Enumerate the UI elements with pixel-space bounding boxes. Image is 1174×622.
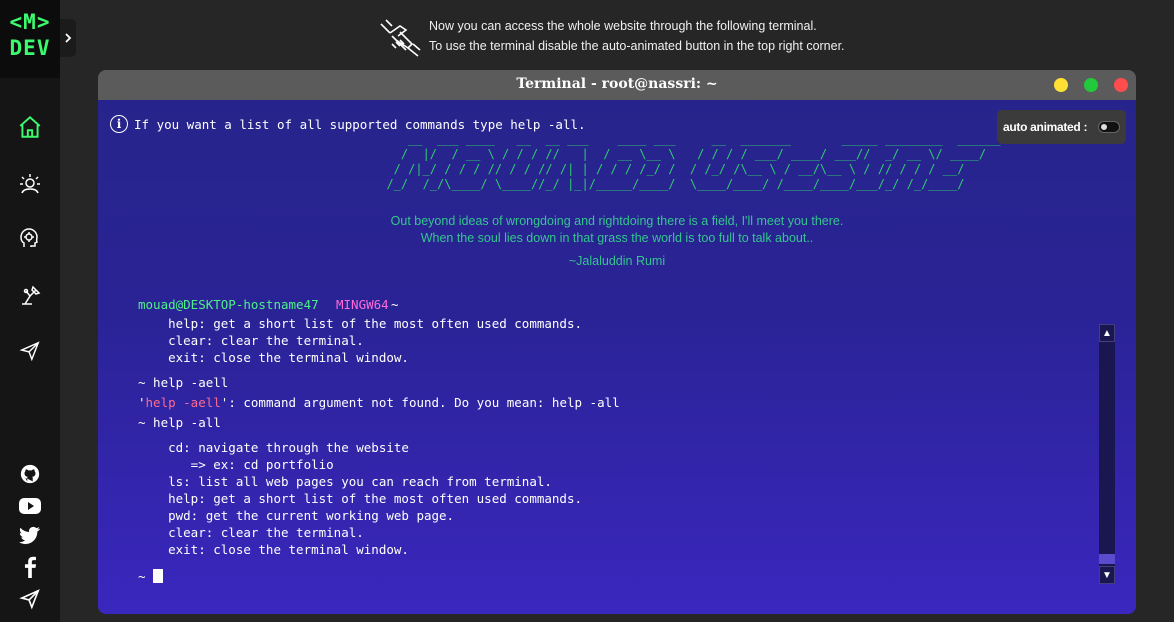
ascii-line: __ ___ ____ __ __ ___ ____ ___ __ ______… (372, 132, 1001, 146)
scroll-up-button[interactable]: ▲ (1099, 324, 1115, 342)
brain-gear-icon[interactable] (16, 225, 44, 253)
scroll-thumb[interactable] (1099, 554, 1115, 564)
twitter-icon[interactable] (18, 524, 42, 548)
terminal-title: Terminal - root@nassri: ~ (516, 76, 718, 92)
ascii-line: /_/ /_/\____/ \____//_/ |_|/_____/____/ … (372, 177, 979, 191)
output-line: exit: close the terminal window. (138, 350, 409, 365)
output-line: clear: clear the terminal. (138, 525, 364, 540)
youtube-icon[interactable] (18, 494, 42, 518)
ascii-line: / |/ / __ \ / / / // | / __ \__ \ / / / … (372, 147, 987, 161)
desk-lamp-icon[interactable] (16, 281, 44, 309)
terminal-cursor[interactable] (153, 569, 163, 583)
github-icon[interactable] (18, 462, 42, 486)
terminal-scrollbar[interactable]: ▲ ▼ (1099, 324, 1115, 584)
output-line: => ex: cd portfolio (138, 457, 334, 472)
sidebar: <M> DEV (0, 0, 60, 622)
error-command: help -aell (145, 395, 221, 410)
maximize-button[interactable] (1084, 78, 1098, 92)
ascii-line: / /|_/ / / / // / / // /| | / / / /_/ / … (372, 162, 987, 176)
prompt-user: mouad@DESKTOP-hostname47 (138, 297, 319, 312)
terminal-titlebar[interactable]: Terminal - root@nassri: ~ (98, 70, 1136, 100)
handshake-icon (378, 18, 422, 58)
quote-author: ~Jalaluddin Rumi (568, 254, 666, 268)
output-line: clear: clear the terminal. (138, 333, 364, 348)
auto-animated-label: auto animated : (1003, 120, 1088, 134)
prompt-path: ~ (391, 297, 399, 312)
terminal-output[interactable]: help: get a short list of the most often… (138, 316, 1088, 578)
logo-line1: <M> (9, 10, 51, 34)
output-line: help: get a short list of the most often… (138, 316, 583, 331)
quote-line1: Out beyond ideas of wrongdoing and right… (390, 214, 844, 228)
send-icon[interactable] (16, 337, 44, 365)
sun-person-icon[interactable] (16, 170, 44, 198)
output-line: pwd: get the current working web page. (138, 508, 455, 523)
chevron-right-icon (65, 33, 72, 43)
facebook-icon[interactable] (18, 555, 42, 579)
terminal-window[interactable]: Terminal - root@nassri: ~ i If you want … (98, 70, 1136, 614)
auto-animated-toggle[interactable] (1098, 121, 1120, 133)
error-line: 'help -aell': command argument not found… (138, 395, 620, 410)
logo[interactable]: <M> DEV (0, 0, 60, 78)
telegram-icon[interactable] (18, 587, 42, 611)
sidebar-expand-button[interactable] (60, 19, 76, 57)
scroll-down-button[interactable]: ▼ (1099, 566, 1115, 584)
prompt-shell: MINGW64 (336, 297, 389, 312)
quote-line2: When the soul lies down in that grass th… (420, 231, 814, 245)
output-line: exit: close the terminal window. (138, 542, 409, 557)
command-line: ~ help -aell (138, 375, 229, 390)
close-button[interactable] (1114, 78, 1128, 92)
output-line: help: get a short list of the most often… (138, 491, 583, 506)
command-line: ~ help -all (138, 415, 221, 430)
info-icon: i (110, 115, 128, 133)
output-line: ls: list all web pages you can reach fro… (138, 474, 552, 489)
notice-line1: Now you can access the whole website thr… (429, 19, 817, 33)
input-prompt: ~ (138, 569, 146, 584)
logo-line2: DEV (9, 36, 51, 60)
minimize-button[interactable] (1054, 78, 1068, 92)
error-quote: ' (138, 395, 146, 410)
home-icon[interactable] (16, 113, 44, 141)
error-message: ': command argument not found. Do you me… (220, 395, 620, 410)
ascii-banner: __ ___ ____ __ __ ___ ____ ___ __ ______… (372, 132, 1001, 192)
auto-animated-control: auto animated : (997, 110, 1126, 144)
output-line: cd: navigate through the website (138, 440, 409, 455)
info-text: If you want a list of all supported comm… (134, 117, 586, 132)
notice-line2: To use the terminal disable the auto-ani… (429, 39, 845, 53)
